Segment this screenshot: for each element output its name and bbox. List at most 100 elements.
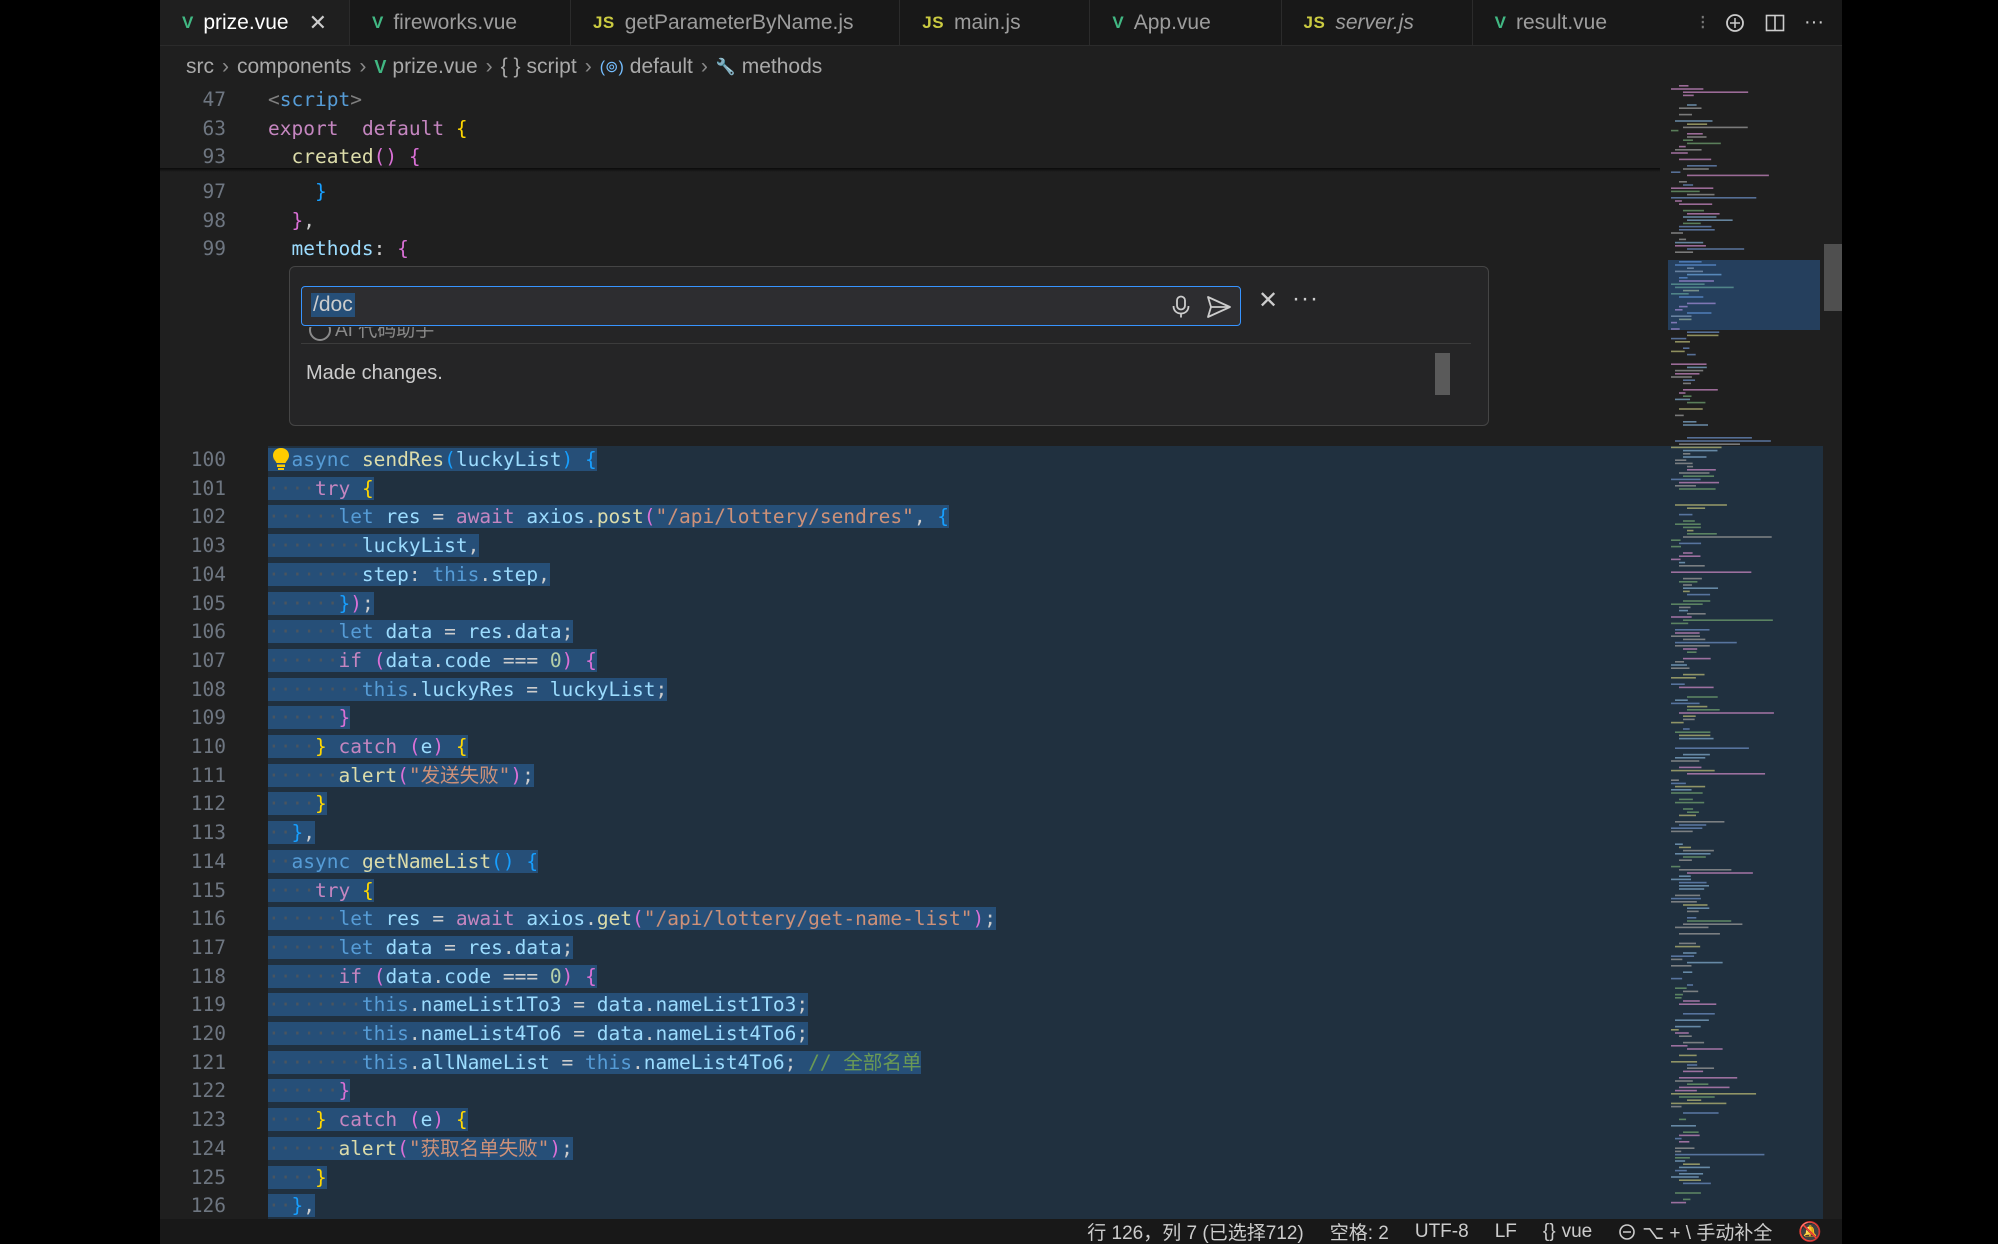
breadcrumb-item[interactable]: src: [186, 55, 214, 79]
chevron-right-icon: ›: [584, 55, 592, 78]
breadcrumb-item[interactable]: components: [237, 55, 351, 79]
line-number[interactable]: 99: [160, 235, 226, 263]
status-language[interactable]: {} vue: [1543, 1221, 1592, 1243]
line-number[interactable]: 123: [160, 1106, 226, 1134]
line-number[interactable]: 105: [160, 590, 226, 618]
code-line: 99 methods: {: [160, 235, 1660, 263]
status-copilot[interactable]: ⌥ + \ 手动补全: [1618, 1218, 1772, 1244]
line-number[interactable]: 125: [160, 1164, 226, 1192]
line-number[interactable]: 119: [160, 991, 226, 1019]
line-number[interactable]: 109: [160, 704, 226, 732]
line-number[interactable]: 106: [160, 618, 226, 646]
line-number[interactable]: 93: [160, 143, 226, 171]
code-text: ······let res = await axios.post("/api/l…: [268, 505, 950, 529]
chevron-right-icon: ›: [222, 55, 229, 78]
code-text: ········step: this.step,: [268, 562, 550, 586]
code-text: export default {: [268, 116, 468, 140]
vue-file-icon: V: [372, 12, 384, 32]
line-number[interactable]: 63: [160, 115, 226, 143]
line-number[interactable]: 113: [160, 819, 226, 847]
breadcrumb-item[interactable]: prize.vue: [392, 55, 477, 79]
vertical-scrollbar[interactable]: [1824, 244, 1842, 311]
line-number[interactable]: 117: [160, 934, 226, 962]
line-number[interactable]: 115: [160, 877, 226, 905]
js-file-icon: JS: [1303, 12, 1326, 32]
breadcrumb-item[interactable]: default: [630, 55, 693, 79]
more-actions-icon[interactable]: ···: [1292, 287, 1319, 311]
line-number[interactable]: 112: [160, 790, 226, 818]
code-text: ····} catch (e) {: [268, 735, 468, 758]
line-number[interactable]: 102: [160, 503, 226, 531]
line-number[interactable]: 100: [160, 446, 226, 474]
code-text: ··async sendRes(luckyList) {: [268, 446, 597, 474]
line-number[interactable]: 126: [160, 1192, 226, 1220]
code-line: 110 ····} catch (e) {: [160, 733, 1660, 761]
minimap[interactable]: [1667, 85, 1837, 1224]
line-number[interactable]: 114: [160, 848, 226, 876]
close-icon[interactable]: ✕: [309, 10, 327, 36]
chevron-right-icon: ›: [485, 55, 493, 78]
code-text: <script>: [268, 88, 362, 111]
status-cursor-position[interactable]: 行 126，列 7 (已选择712): [1087, 1218, 1303, 1244]
code-text: ······let res = await axios.get("/api/lo…: [268, 907, 997, 931]
chevron-right-icon: ›: [700, 55, 708, 78]
line-number[interactable]: 121: [160, 1049, 226, 1077]
bell-slash-icon[interactable]: 🔕: [1798, 1220, 1822, 1244]
tab-app-vue[interactable]: V App.vue: [1090, 0, 1282, 45]
copilot-icon[interactable]: [1724, 12, 1746, 34]
line-number[interactable]: 111: [160, 762, 226, 790]
line-number[interactable]: 98: [160, 207, 226, 235]
chat-scrollbar[interactable]: [1435, 353, 1450, 395]
code-line: 47 <script>: [160, 86, 1660, 114]
microphone-icon[interactable]: [1170, 295, 1192, 319]
line-number[interactable]: 118: [160, 963, 226, 991]
tab-getparameterbyname-js[interactable]: JS getParameterByName.js: [571, 0, 901, 45]
line-number[interactable]: 110: [160, 733, 226, 761]
chat-response-header: AI 代码助手: [301, 327, 1471, 344]
code-text: ······});: [268, 591, 374, 615]
code-text: }: [314, 180, 327, 203]
send-icon[interactable]: [1206, 295, 1232, 319]
close-icon[interactable]: ✕: [1258, 289, 1278, 313]
line-number[interactable]: 120: [160, 1020, 226, 1048]
code-text: ······if (data.code === 0) {: [268, 648, 597, 672]
lightbulb-icon[interactable]: [271, 446, 291, 472]
copilot-label: ⌥ + \ 手动补全: [1642, 1223, 1773, 1244]
line-number[interactable]: 124: [160, 1135, 226, 1163]
line-number[interactable]: 101: [160, 475, 226, 503]
tab-label: result.vue: [1515, 10, 1608, 34]
code-line: 120 ········this.nameList4To6 = data.name…: [160, 1020, 1660, 1048]
chat-input[interactable]: /doc: [301, 286, 1241, 326]
status-indentation[interactable]: 空格: 2: [1330, 1218, 1389, 1244]
code-line: 97 }: [160, 178, 1660, 206]
code-line: 112 ····}: [160, 790, 1660, 818]
tab-fireworks-vue[interactable]: V fireworks.vue: [350, 0, 571, 45]
status-eol[interactable]: LF: [1495, 1221, 1517, 1243]
tab-prize-vue[interactable]: V prize.vue ✕: [160, 0, 350, 45]
line-number[interactable]: 47: [160, 86, 226, 114]
more-actions-icon[interactable]: ···: [1804, 11, 1824, 34]
line-number[interactable]: 107: [160, 647, 226, 675]
breadcrumb-item[interactable]: methods: [742, 55, 823, 79]
line-number[interactable]: 103: [160, 532, 226, 560]
code-line: 102 ······let res = await axios.post("/ap…: [160, 503, 1660, 531]
line-number[interactable]: 108: [160, 676, 226, 704]
line-number[interactable]: 122: [160, 1077, 226, 1105]
line-number[interactable]: 97: [160, 178, 226, 206]
code-text: ······alert("获取名单失败");: [268, 1136, 573, 1160]
split-editor-icon[interactable]: [1764, 12, 1786, 34]
tab-overflow-icon[interactable]: ⁝: [1700, 10, 1706, 35]
tab-server-js[interactable]: JS server.js: [1282, 0, 1473, 45]
breadcrumb-item[interactable]: script: [527, 55, 577, 79]
sticky-scroll-shadow: [160, 168, 1660, 172]
line-number[interactable]: 116: [160, 905, 226, 933]
status-encoding[interactable]: UTF-8: [1415, 1221, 1469, 1243]
minimap-viewport[interactable]: [1668, 260, 1820, 330]
line-number[interactable]: 104: [160, 561, 226, 589]
code-text: ······alert("发送失败");: [268, 763, 534, 787]
tab-main-js[interactable]: JS main.js: [900, 0, 1091, 45]
tab-label: server.js: [1335, 10, 1414, 34]
code-text: ··},: [268, 821, 315, 845]
code-line: 114 ··async getNameList() {: [160, 848, 1660, 876]
tab-result-vue[interactable]: V result.vue: [1473, 0, 1682, 45]
